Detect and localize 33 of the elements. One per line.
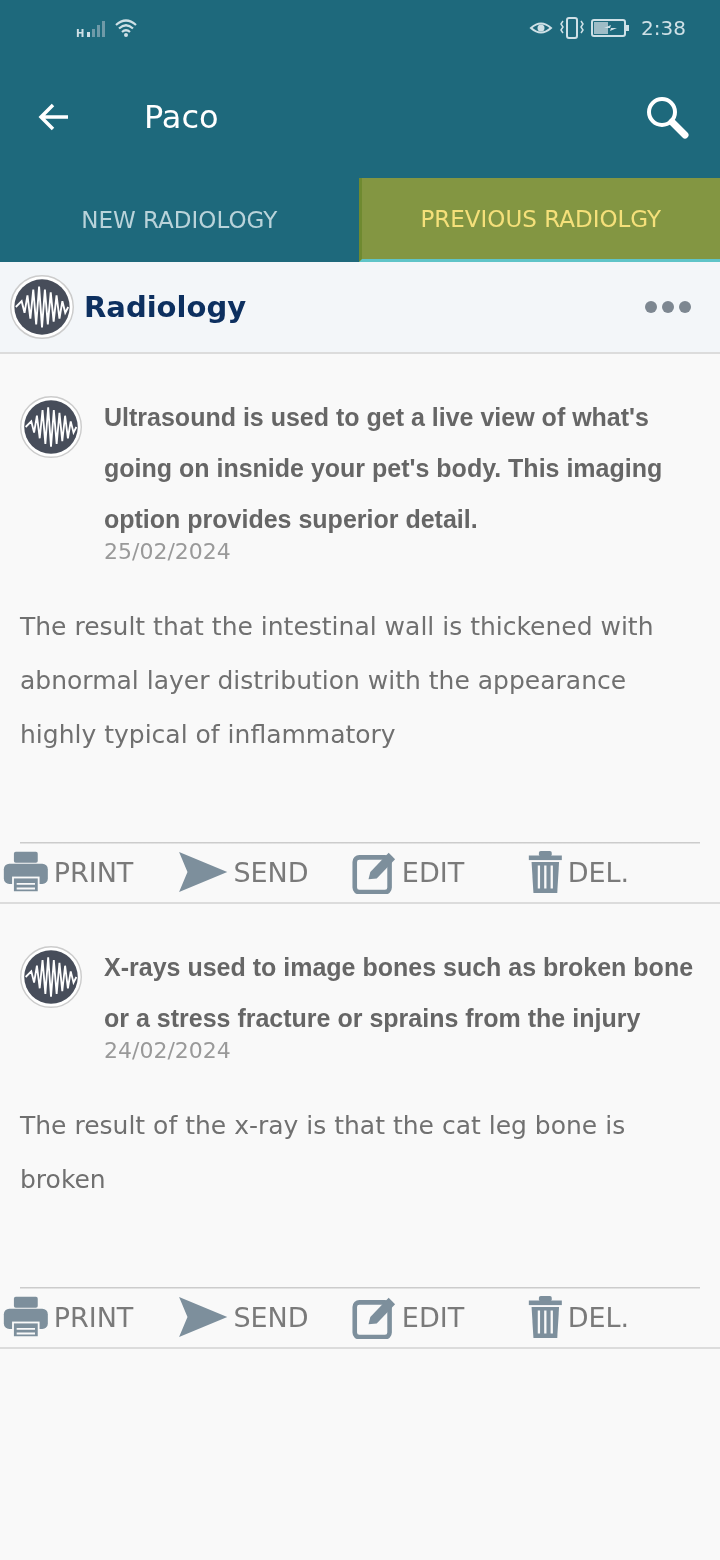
section-title: Radiology (84, 290, 248, 324)
print-button[interactable]: PRINT (0, 850, 175, 894)
printer-icon (2, 850, 50, 894)
record-date: 25/02/2024 (104, 539, 232, 564)
waveform-icon (10, 275, 74, 339)
edit-icon (352, 1295, 398, 1339)
record-result: The result of the x-ray is that the cat leg bone is broken (19, 1110, 627, 1196)
record-title: Ultrasound is used to get a live view of what's going on insnide your pet's body. This imaging option provides superior detail. (104, 402, 664, 535)
network-type: H (76, 28, 85, 39)
record-date: 24/02/2024 (104, 1038, 232, 1063)
wifi-icon (114, 17, 139, 38)
clock-time: 2:38 (641, 15, 686, 40)
trash-icon (527, 1295, 564, 1339)
more-button[interactable] (644, 300, 692, 314)
delete-button[interactable]: DEL. (525, 850, 700, 894)
waveform-icon (20, 946, 82, 1008)
edit-button[interactable]: EDIT (350, 850, 525, 894)
record-result: The result that the intestinal wall is thickened with abnormal layer distribution with the appearance highly typical of inflammatory (19, 611, 655, 751)
record-title: X-rays used to image bones such as broken bone or a stress fracture or sprains from the injury (104, 952, 695, 1034)
edit-icon (352, 850, 398, 894)
send-button[interactable]: SEND (175, 1295, 350, 1339)
battery-icon (591, 17, 632, 38)
vibrate-icon (559, 16, 586, 39)
printer-icon (2, 1295, 50, 1339)
trash-icon (527, 850, 564, 894)
send-button[interactable]: SEND (175, 850, 350, 894)
edit-button[interactable]: EDIT (350, 1295, 525, 1339)
print-button[interactable]: PRINT (0, 1295, 175, 1339)
delete-button[interactable]: DEL. (525, 1295, 700, 1339)
tab[interactable]: NEW RADIOLOGY (0, 178, 359, 262)
tab[interactable]: PREVIOUS RADIOLGY (358, 178, 720, 262)
waveform-icon (20, 396, 82, 458)
page-title: Paco (144, 97, 220, 136)
